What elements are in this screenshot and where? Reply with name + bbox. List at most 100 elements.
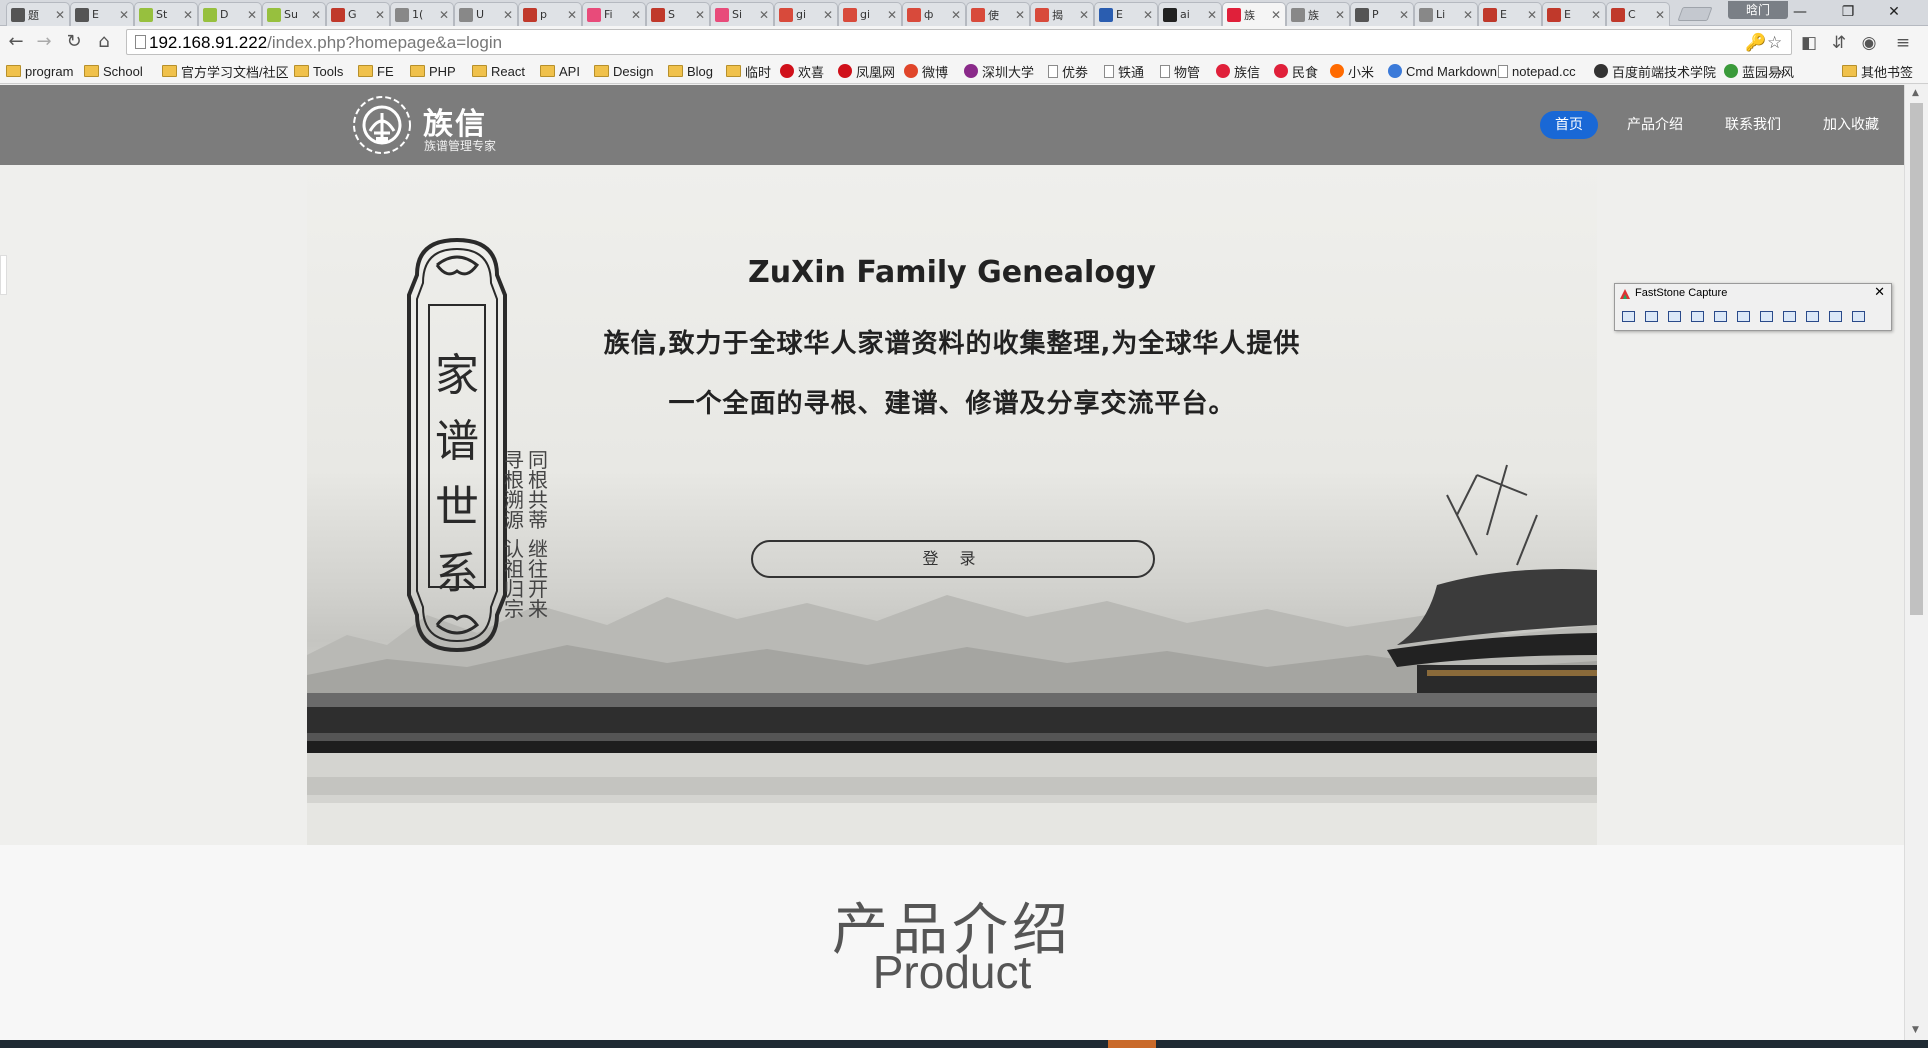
key-icon[interactable]: 🔑 <box>1745 33 1766 53</box>
browser-tab[interactable]: 1(✕ <box>390 2 454 26</box>
tab-close-icon[interactable]: ✕ <box>887 8 897 22</box>
browser-tab[interactable]: 族 ✕ <box>1286 2 1350 26</box>
tab-close-icon[interactable]: ✕ <box>439 8 449 22</box>
bookmark-item[interactable]: 凤凰网 <box>838 62 895 80</box>
capture-rect-icon[interactable] <box>1687 307 1707 325</box>
faststone-capture-toolbar[interactable]: FastStone Capture ✕ <box>1614 283 1892 331</box>
browser-tab[interactable]: D ✕ <box>198 2 262 26</box>
bookmark-item[interactable]: 临时 <box>726 62 771 80</box>
bookmark-star-icon[interactable]: ☆ <box>1767 33 1782 53</box>
back-icon[interactable]: ← <box>4 30 28 54</box>
tab-close-icon[interactable]: ✕ <box>119 8 129 22</box>
scroll-down-icon[interactable]: ▼ <box>1912 1025 1919 1035</box>
browser-tab[interactable]: 使 ✕ <box>966 2 1030 26</box>
bookmark-item[interactable]: Blog <box>668 62 713 80</box>
browser-tab[interactable]: P ✕ <box>1350 2 1414 26</box>
tab-close-icon[interactable]: ✕ <box>1655 8 1665 22</box>
minimize-icon[interactable]: — <box>1778 0 1822 24</box>
tab-close-icon[interactable]: ✕ <box>1143 8 1153 22</box>
bookmark-item[interactable]: 百度前端技术学院 <box>1594 62 1716 80</box>
home-icon[interactable]: ⌂ <box>92 30 116 54</box>
bookmark-item[interactable]: 官方学习文档/社区 <box>162 62 289 80</box>
capture-video-icon[interactable] <box>1802 307 1822 325</box>
tab-close-icon[interactable]: ✕ <box>631 8 641 22</box>
extension-icon[interactable]: ◉ <box>1858 32 1880 54</box>
login-button[interactable]: 登 录 <box>751 540 1155 578</box>
nav-favorite[interactable]: 加入收藏 <box>1816 111 1886 139</box>
vertical-scrollbar[interactable]: ▲ ▼ <box>1904 85 1928 1040</box>
new-tab-button[interactable] <box>1677 7 1713 21</box>
open-icon[interactable] <box>1618 307 1638 325</box>
browser-tab[interactable]: 揭 ✕ <box>1030 2 1094 26</box>
bookmark-item[interactable]: Design <box>594 62 653 80</box>
taskbar-active-app[interactable] <box>1108 1040 1156 1048</box>
tab-close-icon[interactable]: ✕ <box>311 8 321 22</box>
tab-close-icon[interactable]: ✕ <box>1591 8 1601 22</box>
tab-close-icon[interactable]: ✕ <box>1527 8 1537 22</box>
bookmark-item[interactable]: React <box>472 62 525 80</box>
extension-icon[interactable]: ⇵ <box>1828 32 1850 54</box>
menu-icon[interactable]: ≡ <box>1892 32 1914 54</box>
tab-close-icon[interactable]: ✕ <box>1079 8 1089 22</box>
tab-close-icon[interactable]: ✕ <box>695 8 705 22</box>
reload-icon[interactable]: ↻ <box>62 30 86 54</box>
capture-freehand-icon[interactable] <box>1710 307 1730 325</box>
browser-tab[interactable]: Si ✕ <box>710 2 774 26</box>
browser-tab[interactable]: G ✕ <box>326 2 390 26</box>
settings-icon[interactable] <box>1848 307 1868 325</box>
bookmark-item[interactable]: School <box>84 62 143 80</box>
capture-object-icon[interactable] <box>1664 307 1684 325</box>
tab-close-icon[interactable]: ✕ <box>1399 8 1409 22</box>
output-icon[interactable] <box>1825 307 1845 325</box>
bookmark-item[interactable]: 铁通 <box>1104 62 1144 80</box>
tab-close-icon[interactable]: ✕ <box>759 8 769 22</box>
bookmark-item[interactable]: 蓝园易风 <box>1724 62 1794 80</box>
tab-close-icon[interactable]: ✕ <box>1207 8 1217 22</box>
bookmark-item[interactable]: PHP <box>410 62 456 80</box>
bookmark-item[interactable]: 优劵 <box>1048 62 1088 80</box>
tab-close-icon[interactable]: ✕ <box>375 8 385 22</box>
url-text[interactable]: 192.168.91.222/index.php?homepage&a=logi… <box>149 33 502 53</box>
tab-close-icon[interactable]: ✕ <box>247 8 257 22</box>
forward-icon[interactable]: → <box>32 30 56 54</box>
tab-close-icon[interactable]: ✕ <box>1015 8 1025 22</box>
browser-tab[interactable]: E ✕ <box>1094 2 1158 26</box>
browser-tab[interactable]: C ✕ <box>1606 2 1670 26</box>
capture-fixed-icon[interactable] <box>1779 307 1799 325</box>
browser-tab[interactable]: 题 ✕ <box>6 2 70 26</box>
bookmark-item[interactable]: Tools <box>294 62 343 80</box>
scroll-up-icon[interactable]: ▲ <box>1912 88 1919 98</box>
extension-icon[interactable]: ◧ <box>1798 32 1820 54</box>
tab-close-icon[interactable]: ✕ <box>55 8 65 22</box>
other-bookmarks[interactable]: 其他书签 <box>1842 62 1913 80</box>
browser-tab[interactable]: Li ✕ <box>1414 2 1478 26</box>
browser-tab[interactable]: 族 ✕ <box>1222 2 1286 26</box>
browser-tab[interactable]: U ✕ <box>454 2 518 26</box>
address-bar[interactable]: 192.168.91.222/index.php?homepage&a=logi… <box>126 29 1792 55</box>
bookmark-item[interactable]: 深圳大学 <box>964 62 1034 80</box>
tab-close-icon[interactable]: ✕ <box>1463 8 1473 22</box>
nav-contact[interactable]: 联系我们 <box>1718 111 1788 139</box>
restore-icon[interactable]: ❐ <box>1826 0 1870 24</box>
browser-tab[interactable]: gi ✕ <box>774 2 838 26</box>
bookmark-item[interactable]: FE <box>358 62 394 80</box>
tab-close-icon[interactable]: ✕ <box>503 8 513 22</box>
close-window-icon[interactable]: ✕ <box>1872 0 1916 24</box>
tab-close-icon[interactable]: ✕ <box>567 8 577 22</box>
bookmark-item[interactable]: API <box>540 62 580 80</box>
browser-tab[interactable]: Su ✕ <box>262 2 326 26</box>
browser-tab[interactable]: p ✕ <box>518 2 582 26</box>
browser-tab[interactable]: E ✕ <box>1542 2 1606 26</box>
tab-close-icon[interactable]: ✕ <box>951 8 961 22</box>
browser-tab[interactable]: ai ✕ <box>1158 2 1222 26</box>
nav-home[interactable]: 首页 <box>1540 111 1598 139</box>
capture-scroll-icon[interactable] <box>1756 307 1776 325</box>
side-tab[interactable] <box>0 255 7 295</box>
bookmark-item[interactable]: Cmd Markdown <box>1388 62 1497 80</box>
browser-tab[interactable]: gi ✕ <box>838 2 902 26</box>
bookmark-item[interactable]: 微博 <box>904 62 948 80</box>
faststone-close-icon[interactable]: ✕ <box>1874 285 1885 300</box>
browser-tab[interactable]: S ✕ <box>646 2 710 26</box>
brand-logo-icon[interactable] <box>352 93 412 157</box>
bookmark-item[interactable]: 族信 <box>1216 62 1260 80</box>
